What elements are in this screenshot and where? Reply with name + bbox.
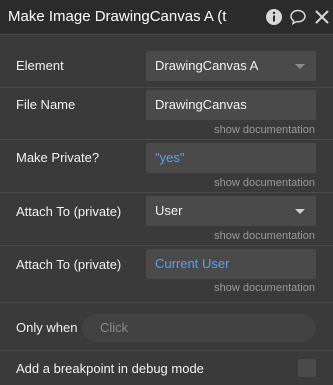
breakpoint-checkbox[interactable] [298,359,316,377]
attach-to-value: User [155,203,183,218]
element-label: Element [16,58,64,73]
only-when-input[interactable]: Click [82,314,316,342]
element-value: DrawingCanvas A [155,58,259,73]
make-private-label: Make Private? [16,150,100,165]
attach-to-value: Current User [155,256,230,271]
action-title[interactable]: Make Image DrawingCanvas A (t [8,8,260,25]
property-editor-panel: Make Image DrawingCanvas A (t Element Dr… [0,0,333,385]
file-name-label: File Name [16,97,76,112]
make-private-value: "yes" [155,150,185,165]
file-name-value: DrawingCanvas [155,97,247,112]
show-documentation-link[interactable]: show documentation [214,282,315,294]
show-documentation-link[interactable]: show documentation [214,124,315,136]
divider [0,245,333,246]
breakpoint-label: Add a breakpoint in debug mode [16,361,204,376]
attach-to-field[interactable]: Current User [146,249,316,279]
file-name-field[interactable]: DrawingCanvas [146,90,316,120]
only-when-placeholder: Click [100,320,129,335]
show-documentation-link[interactable]: show documentation [214,177,315,189]
divider [0,350,333,351]
attach-to-dropdown[interactable]: User [146,196,316,226]
chevron-down-icon [295,209,305,214]
divider [0,139,333,140]
info-icon[interactable] [265,8,283,26]
comment-icon[interactable] [289,8,307,26]
element-dropdown[interactable]: DrawingCanvas A [146,51,316,81]
divider [0,302,333,303]
only-when-label: Only when [16,320,78,335]
make-private-field[interactable]: "yes" [146,143,316,173]
show-documentation-link[interactable]: show documentation [214,230,315,242]
panel-header: Make Image DrawingCanvas A (t [0,0,333,35]
close-icon[interactable] [313,8,331,26]
chevron-down-icon [295,64,305,69]
attach-to-label: Attach To (private) [16,204,122,219]
divider [0,192,333,193]
attach-to-label: Attach To (private) [16,257,122,272]
divider [0,87,333,88]
